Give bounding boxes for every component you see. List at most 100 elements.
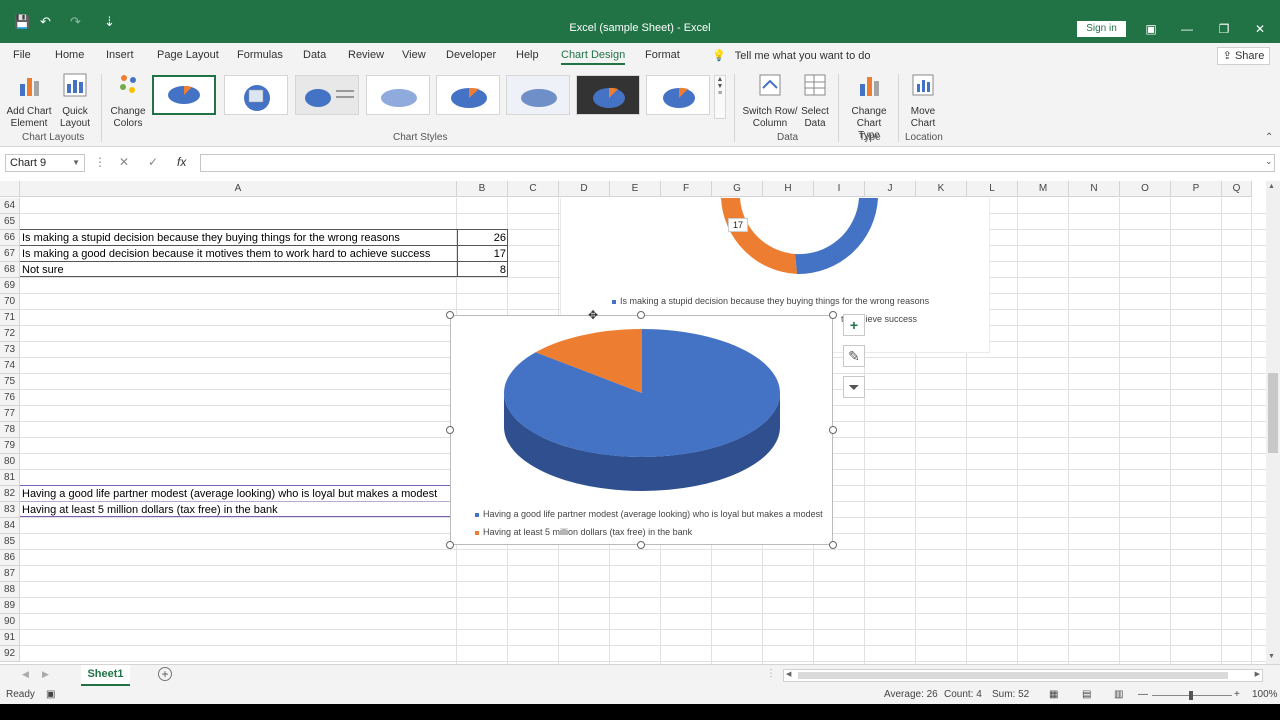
cell-a83[interactable]: Having at least 5 million dollars (tax f… [22, 502, 278, 518]
tab-view[interactable]: View [402, 49, 426, 61]
row-header-77[interactable]: 77 [0, 406, 20, 422]
cell-b67[interactable]: 17 [460, 246, 506, 262]
sheet-tab-sheet1[interactable]: Sheet1 [81, 665, 130, 686]
tab-split-handle[interactable]: ⋮ [766, 668, 776, 679]
row-header-74[interactable]: 74 [0, 358, 20, 374]
row-header-79[interactable]: 79 [0, 438, 20, 454]
maximize-icon[interactable]: ❐ [1214, 20, 1234, 38]
tab-help[interactable]: Help [516, 49, 539, 61]
row-header-69[interactable]: 69 [0, 278, 20, 294]
chart-elements-plus-icon[interactable]: + [843, 314, 865, 336]
row-header-71[interactable]: 71 [0, 310, 20, 326]
column-header-e[interactable]: E [610, 181, 661, 197]
chart-style-2[interactable] [224, 75, 288, 115]
insert-function-icon[interactable]: fx [177, 155, 186, 169]
donut-data-label[interactable]: 17 [728, 218, 748, 232]
column-header-h[interactable]: H [763, 181, 814, 197]
column-header-i[interactable]: I [814, 181, 865, 197]
row-header-89[interactable]: 89 [0, 598, 20, 614]
row-header-73[interactable]: 73 [0, 342, 20, 358]
row-header-64[interactable]: 64 [0, 198, 20, 214]
tab-formulas[interactable]: Formulas [237, 49, 283, 61]
tab-insert[interactable]: Insert [106, 49, 134, 61]
page-break-view-icon[interactable]: ▥ [1114, 689, 1123, 700]
resize-handle[interactable] [829, 541, 837, 549]
row-header-83[interactable]: 83 [0, 502, 20, 518]
chart-style-8[interactable] [646, 75, 710, 115]
collapse-ribbon-icon[interactable]: ⌃ [1265, 132, 1273, 143]
tab-file[interactable]: File [13, 49, 31, 61]
row-header-76[interactable]: 76 [0, 390, 20, 406]
switch-row-column-button[interactable]: Switch Row/ Column [741, 72, 799, 130]
resize-handle[interactable] [637, 311, 645, 319]
column-header-p[interactable]: P [1171, 181, 1222, 197]
worksheet-grid[interactable]: ABCDEFGHIJKLMNOPQ 64 65 66 67 68 69 70 71 72 73 74… [0, 181, 1266, 664]
chart-style-6[interactable] [506, 75, 570, 115]
column-header-j[interactable]: J [865, 181, 916, 197]
change-colors-button[interactable]: Change Colors [106, 72, 150, 130]
tab-review[interactable]: Review [348, 49, 384, 61]
column-header-n[interactable]: N [1069, 181, 1120, 197]
row-header-88[interactable]: 88 [0, 582, 20, 598]
minimize-icon[interactable]: — [1177, 20, 1197, 38]
row-header-91[interactable]: 91 [0, 630, 20, 646]
row-header-78[interactable]: 78 [0, 422, 20, 438]
tab-data[interactable]: Data [303, 49, 326, 61]
chart-style-5[interactable] [436, 75, 500, 115]
normal-view-icon[interactable]: ▦ [1049, 689, 1058, 700]
resize-handle[interactable] [446, 311, 454, 319]
resize-handle[interactable] [446, 426, 454, 434]
row-header-92[interactable]: 92 [0, 646, 20, 662]
scroll-up-icon[interactable]: ▲ [1268, 183, 1275, 190]
chart-style-1[interactable] [152, 75, 216, 115]
column-header-k[interactable]: K [916, 181, 967, 197]
share-button[interactable]: ⇪ Share [1217, 47, 1270, 65]
vertical-scrollbar[interactable]: ▲ ▼ [1266, 181, 1280, 664]
cell-a67[interactable]: Is making a good decision because it mot… [22, 246, 430, 262]
cell-a66[interactable]: Is making a stupid decision because they… [22, 230, 400, 246]
macro-record-icon[interactable]: ▣ [46, 689, 55, 700]
cell-a68[interactable]: Not sure [22, 262, 64, 278]
pie-chart[interactable]: Having a good life partner modest (avera… [450, 315, 833, 545]
add-chart-element-button[interactable]: Add Chart Element [6, 72, 54, 130]
chart-style-4[interactable] [366, 75, 430, 115]
pie-legend-item[interactable]: Having at least 5 million dollars (tax f… [475, 527, 692, 537]
zoom-out-icon[interactable]: — [1138, 689, 1148, 700]
row-header-75[interactable]: 75 [0, 374, 20, 390]
scroll-right-icon[interactable]: ▶ [1255, 670, 1260, 678]
sign-in-button[interactable]: Sign in [1077, 21, 1126, 37]
row-header-85[interactable]: 85 [0, 534, 20, 550]
row-header-86[interactable]: 86 [0, 550, 20, 566]
column-header-g[interactable]: G [712, 181, 763, 197]
tab-format[interactable]: Format [645, 49, 680, 61]
row-header-65[interactable]: 65 [0, 214, 20, 230]
row-header-90[interactable]: 90 [0, 614, 20, 630]
column-header-f[interactable]: F [661, 181, 712, 197]
zoom-slider-thumb[interactable] [1189, 691, 1193, 700]
formula-input[interactable] [200, 154, 1275, 172]
chart-filter-icon[interactable]: ⏷ [843, 376, 865, 398]
h-scroll-thumb[interactable] [798, 672, 1228, 679]
close-icon[interactable]: ✕ [1250, 20, 1270, 38]
cell-a82[interactable]: Having a good life partner modest (avera… [22, 486, 437, 502]
cell-b68[interactable]: 8 [460, 262, 506, 278]
column-header-d[interactable]: D [559, 181, 610, 197]
tell-me-search[interactable]: 💡 Tell me what you want to do [712, 49, 871, 62]
column-header-l[interactable]: L [967, 181, 1018, 197]
add-sheet-icon[interactable]: + [158, 667, 172, 681]
tab-developer[interactable]: Developer [446, 49, 496, 61]
column-header-q[interactable]: Q [1222, 181, 1252, 197]
chevron-down-icon[interactable]: ▼ [72, 155, 80, 171]
row-header-80[interactable]: 80 [0, 454, 20, 470]
move-chart-button[interactable]: Move Chart [906, 72, 940, 130]
row-header-68[interactable]: 68 [0, 262, 20, 278]
row-header-87[interactable]: 87 [0, 566, 20, 582]
row-header-67[interactable]: 67 [0, 246, 20, 262]
cell-b66[interactable]: 26 [460, 230, 506, 246]
column-header-a[interactable]: A [20, 181, 457, 197]
scroll-left-icon[interactable]: ◀ [786, 670, 791, 678]
row-header-81[interactable]: 81 [0, 470, 20, 486]
page-layout-view-icon[interactable]: ▤ [1082, 689, 1091, 700]
resize-handle[interactable] [637, 541, 645, 549]
chart-style-7[interactable] [576, 75, 640, 115]
